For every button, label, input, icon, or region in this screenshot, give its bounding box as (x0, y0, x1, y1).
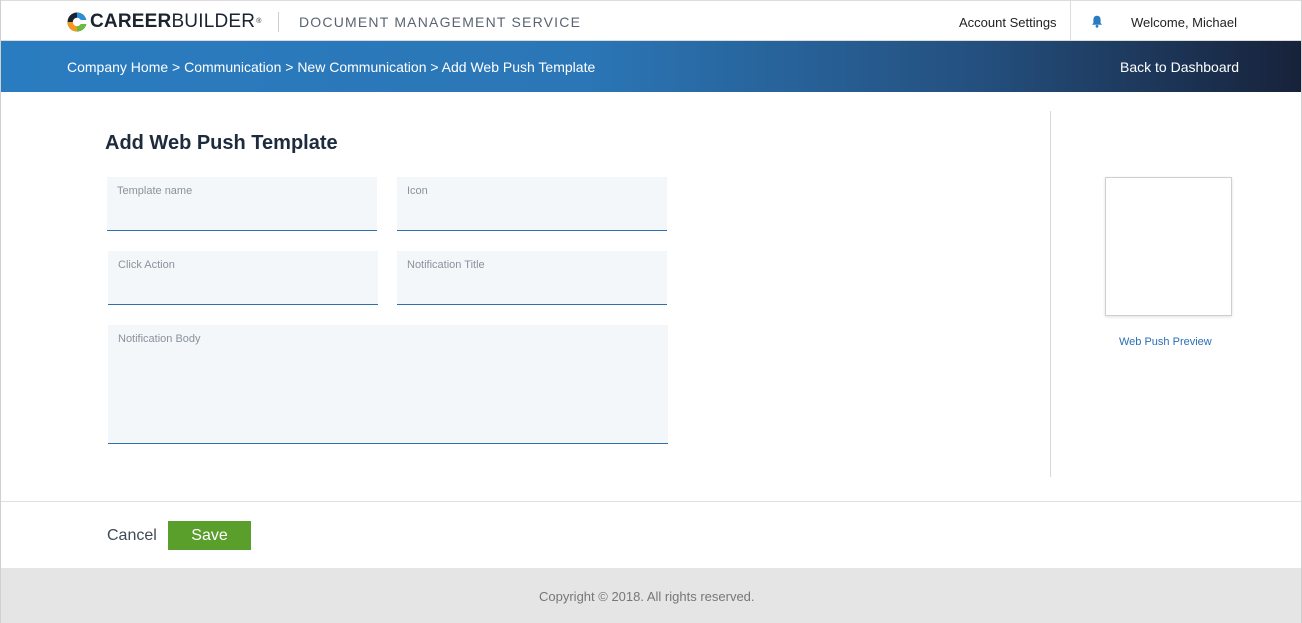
web-push-preview-link[interactable]: Web Push Preview (1119, 336, 1212, 348)
account-settings-link[interactable]: Account Settings (959, 15, 1057, 30)
click-action-label: Click Action (118, 259, 175, 271)
logo-wordmark: CAREERBUILDER® (90, 11, 262, 32)
careerbuilder-logo-icon (67, 12, 87, 32)
back-to-dashboard-link[interactable]: Back to Dashboard (1120, 59, 1239, 75)
page-title: Add Web Push Template (105, 132, 338, 154)
copyright-text: Copyright © 2018. All rights reserved. (539, 589, 755, 604)
footer: Copyright © 2018. All rights reserved. (1, 568, 1301, 623)
service-title: DOCUMENT MANAGEMENT SERVICE (299, 14, 582, 30)
template-name-field[interactable]: Template name (107, 177, 377, 231)
careerbuilder-logo[interactable]: CAREERBUILDER® (67, 11, 262, 33)
app-window: CAREERBUILDER® DOCUMENT MANAGEMENT SERVI… (0, 0, 1302, 623)
header-divider (278, 12, 279, 32)
template-name-label: Template name (117, 185, 193, 197)
save-button[interactable]: Save (168, 521, 251, 550)
top-header: CAREERBUILDER® DOCUMENT MANAGEMENT SERVI… (1, 0, 1301, 41)
notification-body-field[interactable]: Notification Body (108, 325, 668, 444)
icon-field[interactable]: Icon (397, 177, 667, 231)
click-action-field[interactable]: Click Action (108, 251, 378, 305)
bell-icon[interactable] (1091, 15, 1103, 28)
content-divider (1050, 111, 1051, 477)
breadcrumb-bar: Company Home > Communication > New Commu… (1, 41, 1301, 92)
action-bar-divider (1, 501, 1301, 502)
notification-body-label: Notification Body (118, 333, 201, 345)
header-divider-right (1070, 1, 1071, 41)
breadcrumb[interactable]: Company Home > Communication > New Commu… (67, 59, 595, 75)
notification-title-field[interactable]: Notification Title (397, 251, 667, 305)
cancel-button[interactable]: Cancel (107, 527, 157, 545)
welcome-user[interactable]: Welcome, Michael (1131, 15, 1237, 30)
icon-label: Icon (407, 185, 428, 197)
notification-title-label: Notification Title (407, 259, 485, 271)
web-push-preview-box (1105, 177, 1232, 316)
